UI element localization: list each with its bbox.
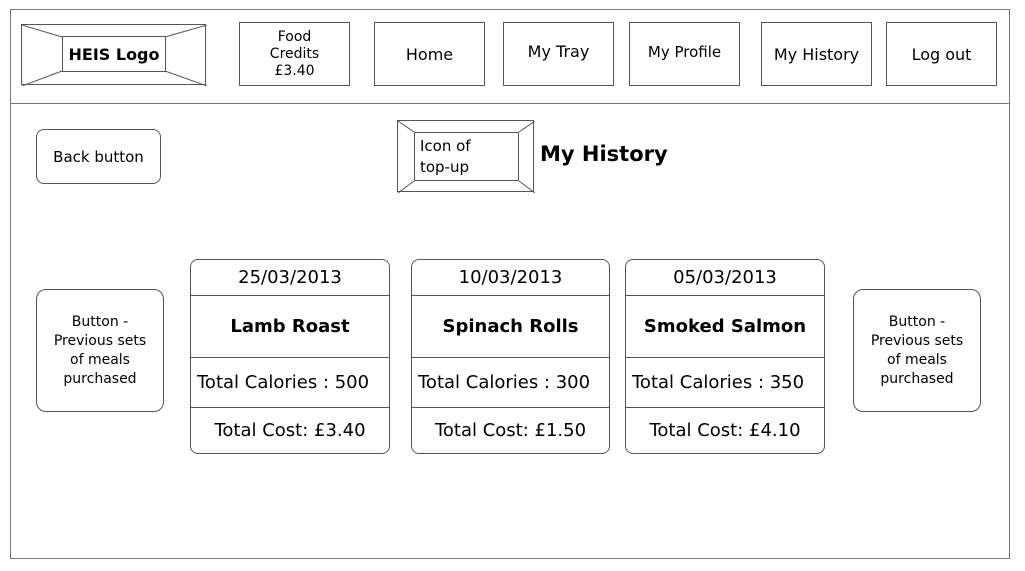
meal-name: Smoked Salmon	[626, 295, 824, 357]
nav-log-out-button[interactable]: Log out	[886, 22, 997, 86]
food-credits-amount: £3.40	[274, 62, 315, 79]
meal-cost: Total Cost: £3.40	[191, 407, 389, 453]
top-up-icon: Icon of top-up	[397, 120, 535, 193]
meal-date: 10/03/2013	[458, 267, 563, 288]
meal-cost: Total Cost: £1.50	[412, 407, 609, 453]
logo-label: HEIS Logo	[62, 36, 166, 72]
nav-home-button[interactable]: Home	[374, 22, 485, 86]
meal-calories: Total Calories : 300	[412, 357, 609, 407]
meal-name: Spinach Rolls	[412, 295, 609, 357]
meal-card: 10/03/2013 Spinach Rolls Total Calories …	[411, 259, 610, 454]
meal-cost: Total Cost: £4.10	[626, 407, 824, 453]
meal-card: 25/03/2013 Lamb Roast Total Calories : 5…	[190, 259, 390, 454]
previous-meals-right-button[interactable]: Button - Previous sets of meals purchase…	[853, 289, 981, 412]
header-divider	[10, 103, 1010, 104]
back-button[interactable]: Back button	[36, 129, 161, 184]
logo-image: HEIS Logo	[21, 24, 207, 86]
food-credits-box: Food Credits £3.40	[239, 22, 350, 86]
nav-my-history-button[interactable]: My History	[761, 22, 872, 86]
meal-card: 05/03/2013 Smoked Salmon Total Calories …	[625, 259, 825, 454]
previous-meals-left-button[interactable]: Button - Previous sets of meals purchase…	[36, 289, 164, 412]
nav-my-tray-button[interactable]: My Tray	[503, 22, 614, 86]
meal-date: 25/03/2013	[238, 267, 342, 288]
top-up-icon-label: Icon of top-up	[414, 132, 519, 181]
meal-date: 05/03/2013	[673, 267, 777, 288]
nav-my-profile-button[interactable]: My Profile	[629, 22, 740, 86]
food-credits-title: Food Credits	[269, 28, 320, 62]
meal-calories: Total Calories : 500	[191, 357, 389, 407]
meal-name: Lamb Roast	[191, 295, 389, 357]
page-title: My History	[540, 142, 668, 166]
meal-calories: Total Calories : 350	[626, 357, 824, 407]
